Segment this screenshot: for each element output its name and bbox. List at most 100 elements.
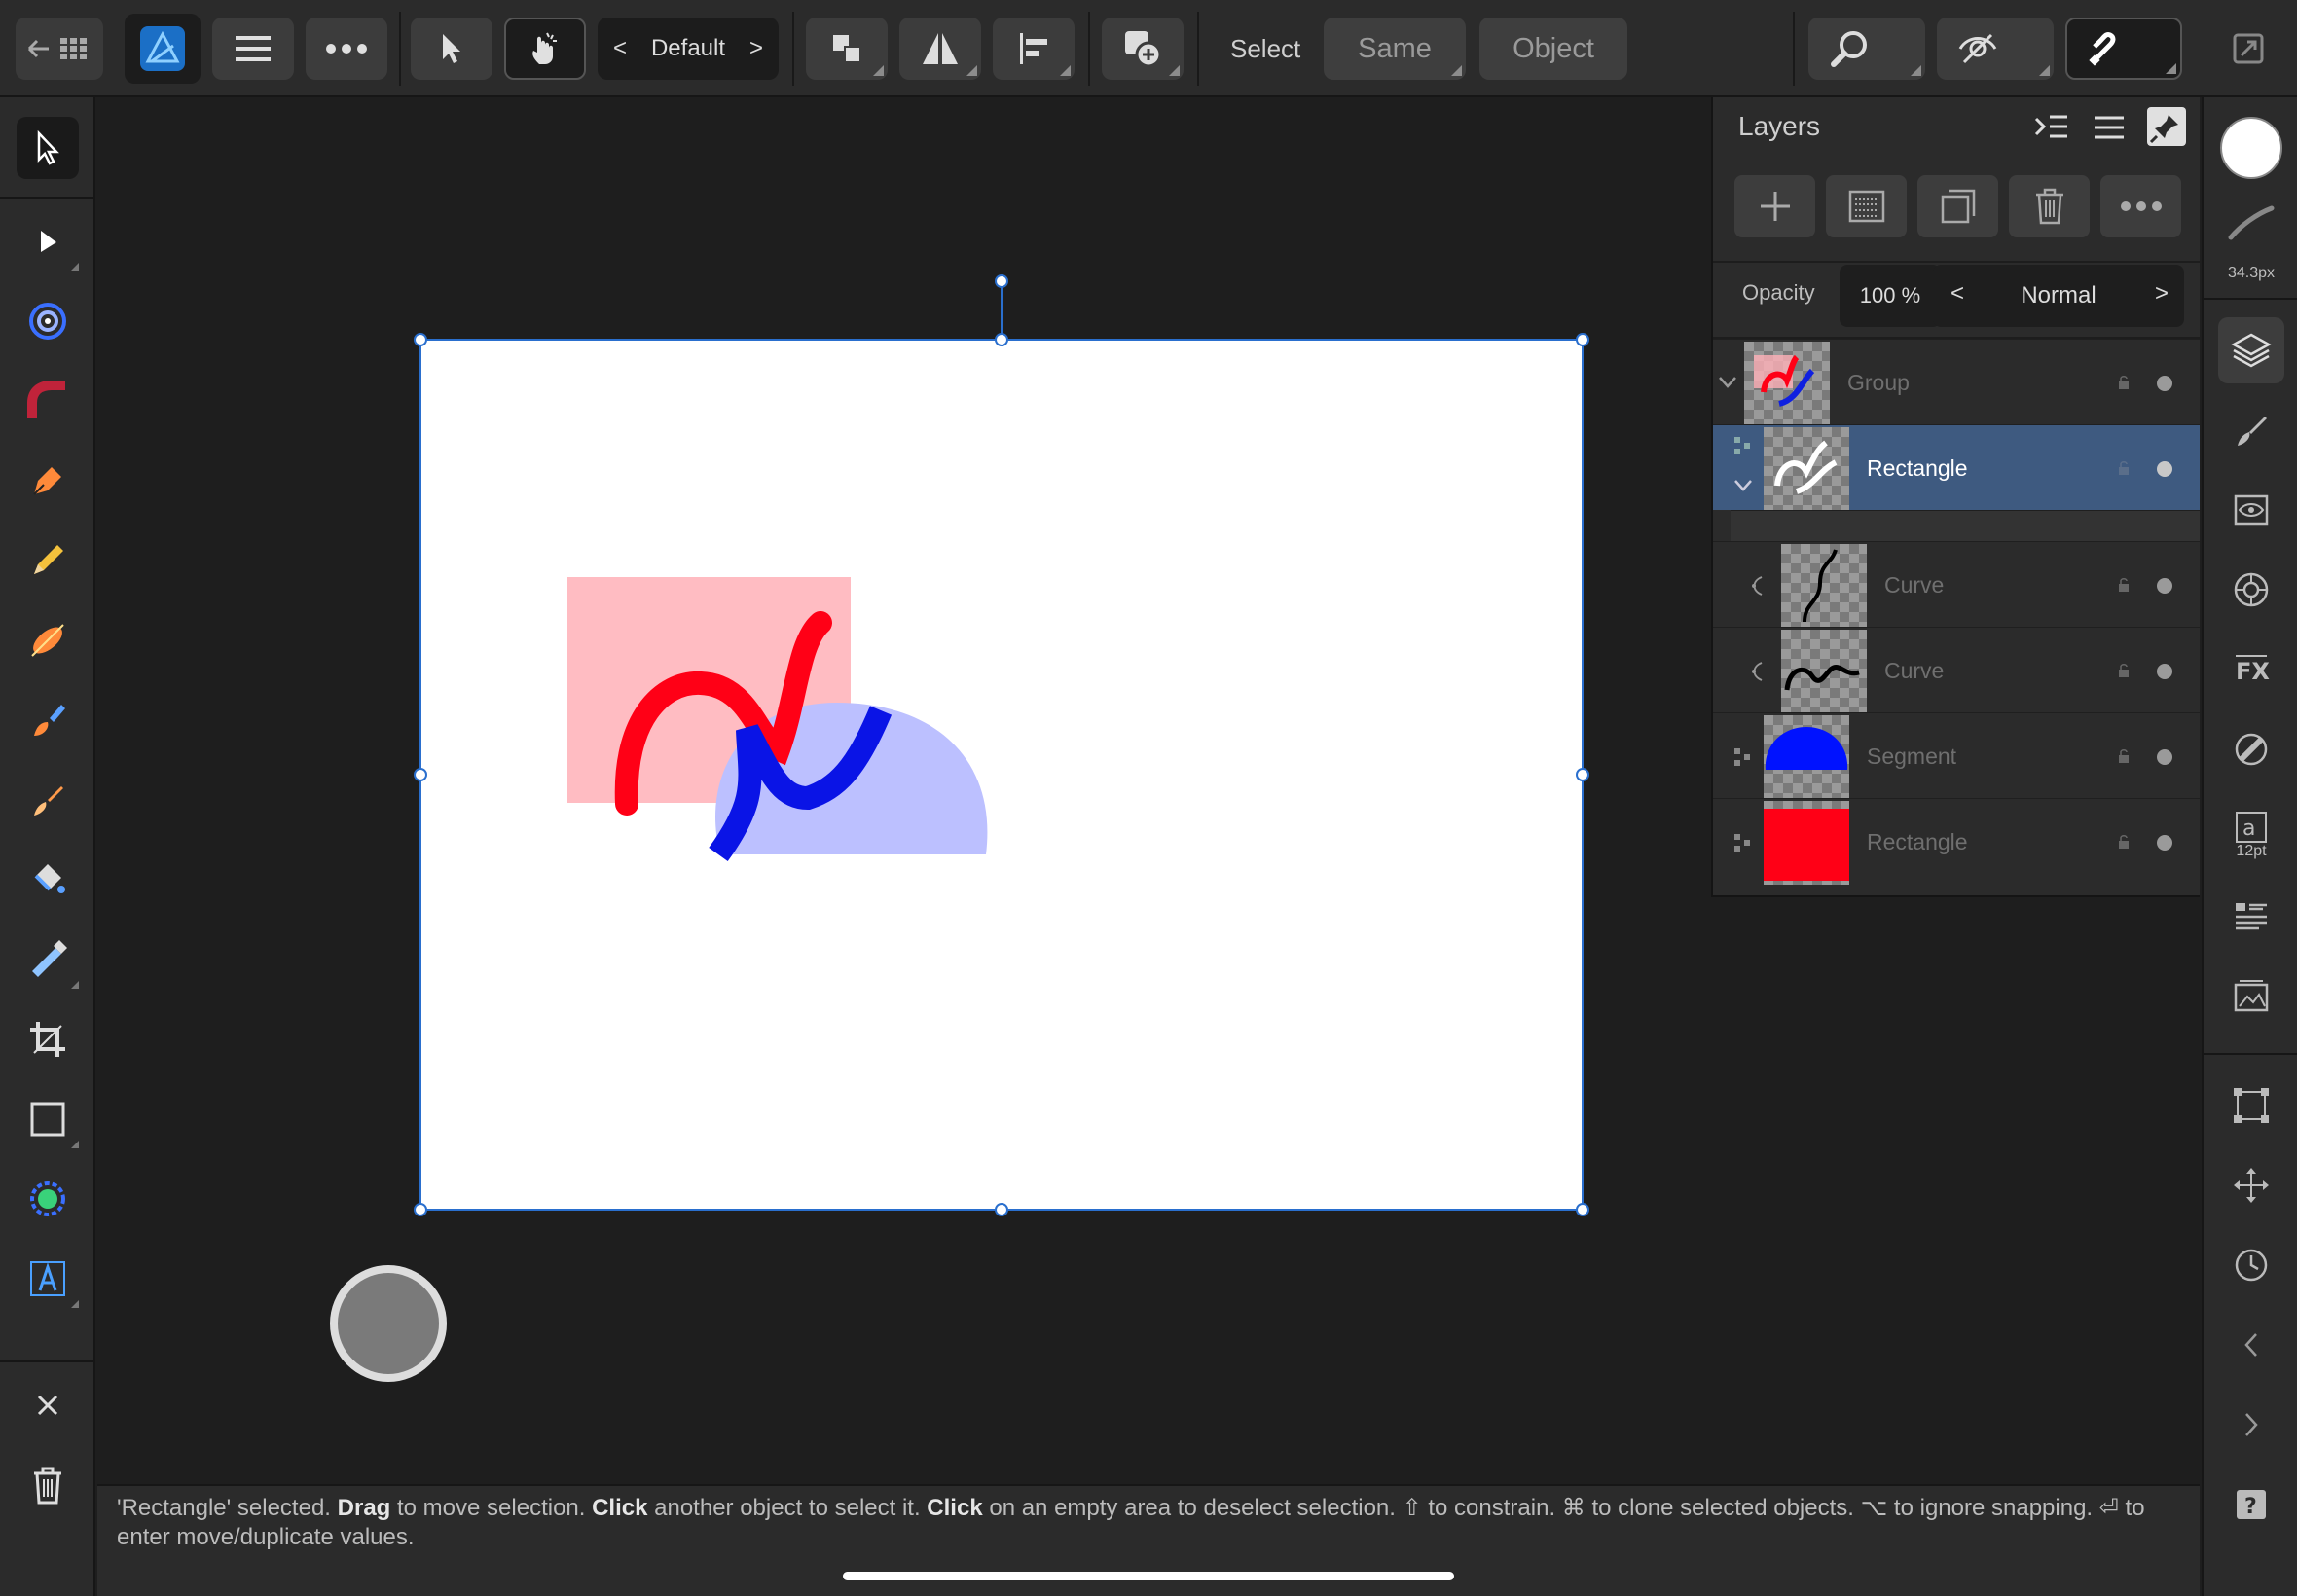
add-layer-button[interactable] [1734, 175, 1815, 237]
layer-row-rectangle[interactable]: Rectangle [1713, 798, 2200, 885]
plus-icon [1760, 192, 1790, 221]
layer-row-segment[interactable]: Segment [1713, 712, 2200, 799]
brush-stroke-icon[interactable] [2227, 202, 2276, 241]
visibility-dot[interactable] [2157, 835, 2172, 851]
color-studio-button[interactable] [2218, 557, 2284, 623]
curve-type-icon [1752, 662, 1763, 681]
text-size-label: 12pt [2236, 843, 2267, 859]
transparency-studio-button[interactable] [2218, 716, 2284, 782]
status-keyword: Drag [337, 1495, 391, 1521]
resize-handle[interactable] [1576, 333, 1589, 346]
layer-name: Curve [1884, 658, 1945, 683]
stock-icon [2234, 980, 2269, 1012]
color-swatch[interactable] [2220, 117, 2282, 179]
context-help-text: 'Rectangle' selected. Drag to move selec… [117, 1494, 2180, 1552]
stock-studio-button[interactable] [2218, 963, 2284, 1030]
help-button[interactable]: ? [2218, 1471, 2284, 1538]
visibility-dot[interactable] [2157, 578, 2172, 594]
panel-menu-icon[interactable] [2093, 113, 2126, 142]
layer-row-curve[interactable]: Curve [1713, 541, 2200, 628]
opacity-label: Opacity [1742, 280, 1815, 305]
effects-studio-button[interactable]: FX [2218, 636, 2284, 703]
layer-row-rectangle-selected[interactable]: Rectangle [1713, 424, 2200, 511]
transform-icon [2234, 1088, 2269, 1123]
brush-size-label: 34.3px [2227, 265, 2276, 281]
lock-icon[interactable] [2118, 577, 2130, 593]
appearance-studio-button[interactable] [2218, 477, 2284, 543]
history-clock-icon [2235, 1249, 2268, 1282]
group-icon [1941, 189, 1975, 224]
text-styles-icon: a [2236, 812, 2267, 843]
layer-thumbnail [1764, 427, 1849, 511]
status-segment: another object to select it. [647, 1495, 928, 1521]
add-mask-button[interactable] [1826, 175, 1907, 237]
svg-text:a: a [2242, 816, 2255, 841]
layer-name: Curve [1884, 572, 1945, 598]
layer-thumbnail [1781, 630, 1867, 713]
lock-icon[interactable] [2118, 748, 2130, 764]
history-studio-button[interactable] [2218, 1232, 2284, 1298]
resize-handle[interactable] [1576, 1203, 1589, 1216]
paragraph-studio-button[interactable] [2218, 884, 2284, 950]
layers-studio-button[interactable] [2218, 317, 2284, 383]
appearance-icon [2234, 494, 2269, 526]
collapse-panel-icon[interactable] [2034, 113, 2069, 142]
opacity-field[interactable]: 100 % [1840, 265, 1941, 327]
move-arrows-icon [2234, 1168, 2269, 1203]
layer-type-icon [1734, 748, 1750, 766]
chevron-left-icon [2244, 1333, 2257, 1357]
chevron-down-icon[interactable] [1732, 476, 1754, 495]
lock-icon[interactable] [2118, 663, 2130, 678]
fx-icon: FX [2236, 655, 2270, 685]
rotation-handle[interactable] [995, 274, 1008, 288]
transform-studio-button[interactable] [2218, 1072, 2284, 1139]
layer-type-icon [1734, 437, 1750, 454]
studio-divider [2204, 298, 2297, 300]
child-group-spacer [1731, 510, 2200, 541]
chevron-right-icon[interactable]: > [2155, 280, 2169, 308]
home-indicator[interactable] [843, 1572, 1454, 1580]
layer-row-group[interactable]: Group [1713, 339, 2200, 425]
visibility-dot[interactable] [2157, 461, 2172, 477]
status-keyword: Click [592, 1495, 648, 1521]
navigator-studio-button[interactable] [2218, 1152, 2284, 1218]
layers-panel: Layers Opacity 100 % < Normal > Group Re… [1711, 97, 2200, 897]
ellipsis-icon [2120, 201, 2162, 211]
lock-icon[interactable] [2118, 460, 2130, 476]
chevron-right-icon [2245, 1413, 2258, 1436]
panel-divider [1713, 261, 2200, 263]
chevron-down-icon[interactable] [1717, 373, 1738, 392]
previous-studio-button[interactable] [2218, 1312, 2284, 1378]
blend-mode-selector[interactable]: < Normal > [1933, 265, 2184, 327]
resize-handle[interactable] [414, 333, 427, 346]
status-segment: 'Rectangle' selected. [117, 1495, 338, 1521]
layer-thumbnail [1781, 544, 1867, 628]
layers-icon [2231, 333, 2272, 368]
resize-handle[interactable] [995, 1203, 1008, 1216]
trash-icon [2035, 188, 2063, 225]
resize-handle[interactable] [414, 1203, 427, 1216]
lock-icon[interactable] [2118, 834, 2130, 850]
resize-handle[interactable] [414, 768, 427, 781]
visibility-dot[interactable] [2157, 376, 2172, 391]
help-icon: ? [2237, 1490, 2266, 1519]
visibility-dot[interactable] [2157, 749, 2172, 765]
layer-name: Segment [1867, 744, 1957, 769]
next-studio-button[interactable] [2218, 1392, 2284, 1458]
studio-divider [2204, 1053, 2297, 1055]
layer-thumbnail [1764, 715, 1849, 799]
delete-layer-button[interactable] [2009, 175, 2090, 237]
status-keyword: Click [927, 1495, 983, 1521]
pin-panel-button[interactable] [2147, 107, 2186, 146]
resize-handle[interactable] [995, 333, 1008, 346]
visibility-dot[interactable] [2157, 664, 2172, 679]
layer-row-curve[interactable]: Curve [1713, 627, 2200, 713]
brushes-studio-button[interactable] [2218, 397, 2284, 463]
resize-handle[interactable] [1576, 768, 1589, 781]
brushes-icon [2238, 417, 2267, 446]
layer-options-button[interactable] [2100, 175, 2181, 237]
group-layers-button[interactable] [1917, 175, 1998, 237]
lock-icon[interactable] [2118, 375, 2130, 390]
color-wheel-icon [2234, 572, 2269, 607]
svg-text:FX: FX [2236, 658, 2270, 685]
